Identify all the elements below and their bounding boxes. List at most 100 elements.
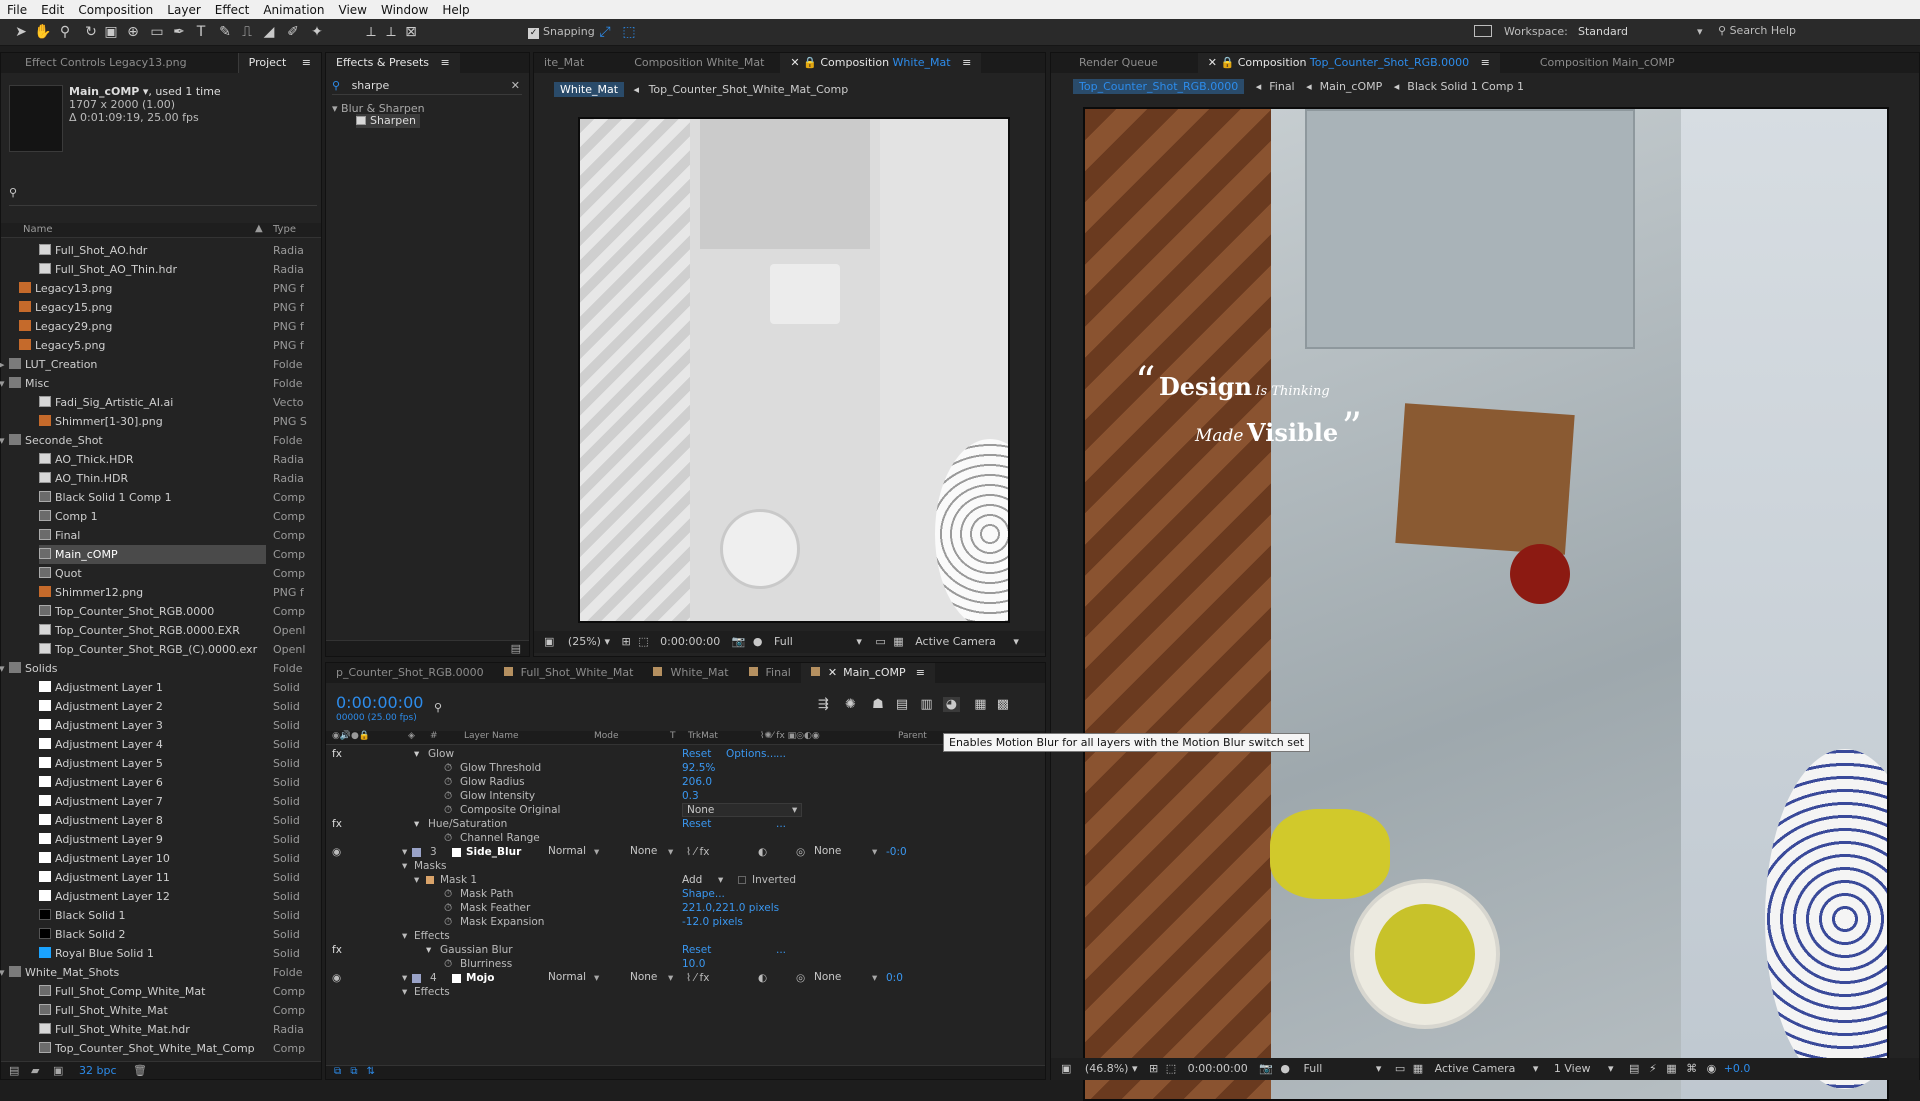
breadcrumb-item[interactable]: Main_cOMP bbox=[1320, 80, 1383, 93]
project-item[interactable]: Adjustment Layer 9 Solid bbox=[1, 830, 321, 849]
menu-layer[interactable]: Layer bbox=[160, 3, 207, 17]
draft-3d-icon[interactable]: ✺ bbox=[845, 697, 856, 712]
view-layout-select[interactable]: 1 View bbox=[1554, 1062, 1591, 1075]
project-item[interactable]: Legacy13.png PNG f bbox=[1, 279, 321, 298]
project-item[interactable]: ▾ Misc Folde bbox=[0, 374, 321, 393]
project-item[interactable]: ▾ Seconde_Shot Folde bbox=[0, 431, 321, 450]
snapshot-icon[interactable]: 📷 bbox=[1259, 1062, 1273, 1075]
tab-timeline-4[interactable]: ✕ Main_cOMP ≡ bbox=[800, 663, 935, 683]
project-item[interactable]: Shimmer12.png PNG f bbox=[1, 583, 321, 602]
disclosure-icon[interactable]: ▾ bbox=[0, 963, 5, 982]
clone-stamp-tool-icon[interactable]: ⎍ bbox=[238, 23, 256, 41]
menu-file[interactable]: File bbox=[0, 3, 34, 17]
project-item[interactable]: ▾ White_Mat_Shots Folde bbox=[0, 963, 321, 982]
project-item[interactable]: Legacy15.png PNG f bbox=[1, 298, 321, 317]
stopwatch-icon[interactable]: ⏱ bbox=[444, 789, 452, 803]
reset-link[interactable]: Reset bbox=[682, 747, 711, 761]
property-value[interactable]: 206.0 bbox=[682, 775, 712, 789]
tab-render-queue[interactable]: Render Queue bbox=[1051, 53, 1168, 73]
search-icon[interactable]: ⚲ bbox=[434, 701, 442, 714]
tab-timeline-2[interactable]: White_Mat bbox=[643, 663, 738, 683]
color-channels-icon[interactable]: ● bbox=[753, 635, 763, 648]
timeline-row-prop[interactable]: ⏱ Glow Threshold 92.5% bbox=[326, 761, 1045, 775]
blend-mode-select[interactable]: Normal bbox=[544, 845, 594, 859]
transparency-grid-icon[interactable]: ▦ bbox=[893, 635, 903, 648]
frame-blending-icon[interactable]: ▤ bbox=[896, 697, 908, 712]
project-item[interactable]: Black Solid 2 Solid bbox=[1, 925, 321, 944]
column-name[interactable]: Name bbox=[23, 224, 53, 235]
grid-icon[interactable]: ⊞ bbox=[621, 635, 630, 648]
mask-mode-select[interactable]: Add bbox=[682, 873, 702, 887]
region-icon[interactable]: ⬚ bbox=[1166, 1062, 1176, 1075]
eraser-tool-icon[interactable]: ◢ bbox=[260, 23, 278, 41]
always-preview-icon[interactable]: ▣ bbox=[1061, 1062, 1071, 1075]
project-item[interactable]: AO_Thin.HDR Radia bbox=[1, 469, 321, 488]
project-item[interactable]: AO_Thick.HDR Radia bbox=[1, 450, 321, 469]
stopwatch-icon[interactable]: ⏱ bbox=[444, 803, 452, 817]
project-item[interactable]: Top_Counter_Shot_RGB.0000 Comp bbox=[1, 602, 321, 621]
fx-icon[interactable]: fx bbox=[332, 817, 342, 831]
tab-timeline-0[interactable]: p_Counter_Shot_RGB.0000 bbox=[326, 663, 494, 683]
color-channels-icon[interactable]: ● bbox=[1280, 1062, 1290, 1075]
brush-tool-icon[interactable]: ✎ bbox=[216, 23, 234, 41]
project-item[interactable]: Legacy5.png PNG f bbox=[1, 336, 321, 355]
project-item[interactable]: Adjustment Layer 5 Solid bbox=[1, 754, 321, 773]
toggle-layer-switches-icon[interactable]: ⧉ bbox=[334, 1066, 341, 1077]
stopwatch-icon[interactable]: ⏱ bbox=[444, 957, 452, 971]
project-item[interactable]: Quot Comp bbox=[1, 564, 321, 583]
menu-edit[interactable]: Edit bbox=[34, 3, 71, 17]
region-of-interest-icon[interactable]: ▭ bbox=[875, 635, 885, 648]
property-value[interactable]: -12.0 pixels bbox=[682, 915, 743, 929]
project-item[interactable]: Adjustment Layer 6 Solid bbox=[1, 773, 321, 792]
search-help[interactable]: ⚲ Search Help bbox=[1718, 24, 1796, 37]
snapping-toggle[interactable]: ✓ Snapping bbox=[528, 25, 595, 39]
timeline-row-prop[interactable]: ⏱ Mask Path Shape... bbox=[326, 887, 1045, 901]
project-item[interactable]: ▸ LUT_Creation Folde bbox=[0, 355, 321, 374]
property-value[interactable]: 10.0 bbox=[682, 957, 705, 971]
column-layer-name[interactable]: Layer Name bbox=[464, 731, 519, 741]
project-item[interactable]: Full_Shot_Comp_White_Mat Comp bbox=[1, 982, 321, 1001]
interpret-footage-icon[interactable]: ▤ bbox=[9, 1064, 19, 1077]
toggle-timestretch-icon[interactable]: ⇅ bbox=[367, 1066, 375, 1077]
project-item[interactable]: Legacy29.png PNG f bbox=[1, 317, 321, 336]
reset-link[interactable]: Reset bbox=[682, 943, 711, 957]
breadcrumb-item[interactable]: Final bbox=[1269, 80, 1294, 93]
breadcrumb-active[interactable]: White_Mat bbox=[554, 82, 625, 97]
timeline-row-fx[interactable]: fx ▾ Gaussian Blur Reset... bbox=[326, 943, 1045, 957]
project-item[interactable]: Comp 1 Comp bbox=[1, 507, 321, 526]
blend-mode-select[interactable]: Normal bbox=[544, 971, 594, 985]
zoom-select[interactable]: (25%) bbox=[568, 635, 601, 648]
flowchart-icon[interactable]: ⌘ bbox=[1686, 1062, 1697, 1075]
menu-help[interactable]: Help bbox=[435, 3, 476, 17]
exposure-value[interactable]: +0.0 bbox=[1724, 1062, 1751, 1075]
stopwatch-icon[interactable]: ⏱ bbox=[444, 901, 452, 915]
close-icon[interactable]: ✕ bbox=[511, 79, 520, 92]
menu-animation[interactable]: Animation bbox=[256, 3, 331, 17]
menu-composition[interactable]: Composition bbox=[71, 3, 160, 17]
workspace-select[interactable]: Standard bbox=[1578, 25, 1708, 38]
effects-search-input[interactable]: ⚲ sharpe ✕ bbox=[332, 79, 522, 95]
timeline-row-fx[interactable]: fx ▾ Glow Reset Options...... bbox=[326, 747, 1045, 761]
project-item[interactable]: Royal Blue Solid 1 Solid bbox=[1, 944, 321, 963]
stopwatch-icon[interactable]: ⏱ bbox=[444, 887, 452, 901]
pen-tool-icon[interactable]: ✒ bbox=[170, 23, 188, 41]
fast-previews-icon[interactable]: ⚡ bbox=[1649, 1062, 1657, 1075]
snapshot-icon[interactable]: 📷 bbox=[732, 635, 746, 648]
stopwatch-icon[interactable]: ⏱ bbox=[444, 915, 452, 929]
axis-view-icon[interactable]: ⊠ bbox=[402, 23, 420, 41]
hand-tool-icon[interactable]: ✋ bbox=[34, 23, 52, 41]
tab-effects-presets[interactable]: Effects & Presets ≡ bbox=[326, 53, 460, 73]
trkmat-select[interactable]: None bbox=[626, 845, 670, 859]
region-of-interest-icon[interactable]: ▭ bbox=[1395, 1062, 1405, 1075]
toggle-pixel-aspect-icon[interactable]: ▤ bbox=[1629, 1062, 1639, 1075]
zoom-tool-icon[interactable]: ⚲ bbox=[56, 23, 74, 41]
axis-world-icon[interactable]: ⟂ bbox=[382, 23, 400, 41]
panel-menu-icon[interactable]: ≡ bbox=[302, 56, 311, 69]
menu-effect[interactable]: Effect bbox=[208, 3, 257, 17]
bpc-toggle[interactable]: 32 bpc bbox=[79, 1064, 117, 1077]
current-time[interactable]: 0:00:00:00 bbox=[660, 635, 720, 648]
project-search-input[interactable]: ⚲ bbox=[9, 186, 317, 206]
project-item[interactable]: Adjustment Layer 11 Solid bbox=[1, 868, 321, 887]
project-item[interactable]: Black Solid 1 Comp 1 Comp bbox=[1, 488, 321, 507]
timeline-icon[interactable]: ▦ bbox=[1666, 1062, 1676, 1075]
